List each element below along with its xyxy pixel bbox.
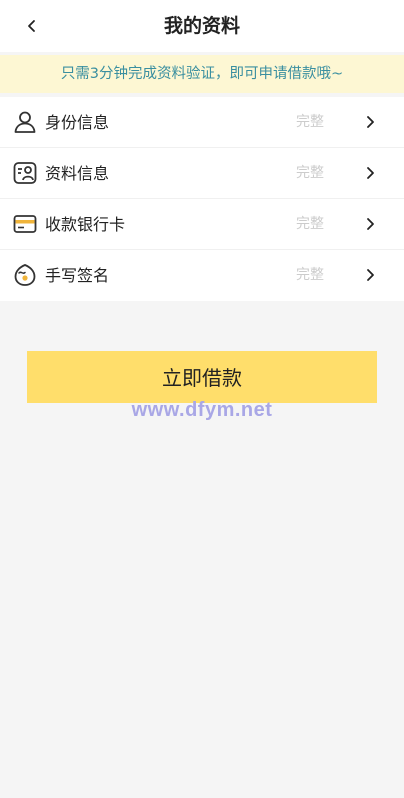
notice-banner: 只需3分钟完成资料验证，即可申请借款哦~ xyxy=(0,55,404,93)
list-item-label: 资料信息 xyxy=(45,164,110,183)
list-item-label: 身份信息 xyxy=(45,113,110,132)
list-item-profile-info[interactable]: 资料信息 完整 xyxy=(0,148,404,199)
list-item-signature[interactable]: 手写签名 完整 xyxy=(0,250,404,301)
status-text: 完整 xyxy=(296,216,324,232)
chevron-right-icon xyxy=(367,116,374,128)
chevron-right-icon xyxy=(367,218,374,230)
person-icon xyxy=(14,111,36,133)
page-title: 我的资料 xyxy=(163,15,240,37)
list-item-label: 收款银行卡 xyxy=(45,215,126,234)
profile-list: 身份信息 完整 资料信息 完整 收款银行卡 完整 手写签名 完整 xyxy=(0,97,404,301)
chevron-right-icon xyxy=(367,167,374,179)
profile-card-icon xyxy=(13,162,37,184)
list-item-identity[interactable]: 身份信息 完整 xyxy=(0,97,404,148)
borrow-now-button[interactable]: 立即借款 xyxy=(27,351,377,403)
status-text: 完整 xyxy=(296,267,324,283)
chevron-right-icon xyxy=(367,269,374,281)
list-item-bank-card[interactable]: 收款银行卡 完整 xyxy=(0,199,404,250)
bank-card-icon xyxy=(13,215,37,233)
status-text: 完整 xyxy=(296,165,324,181)
list-item-label: 手写签名 xyxy=(45,266,110,285)
header-bar: 我的资料 xyxy=(0,0,404,52)
watermark-text: www.dfym.net xyxy=(131,399,273,421)
status-text: 完整 xyxy=(296,114,324,130)
signature-icon xyxy=(14,264,36,286)
